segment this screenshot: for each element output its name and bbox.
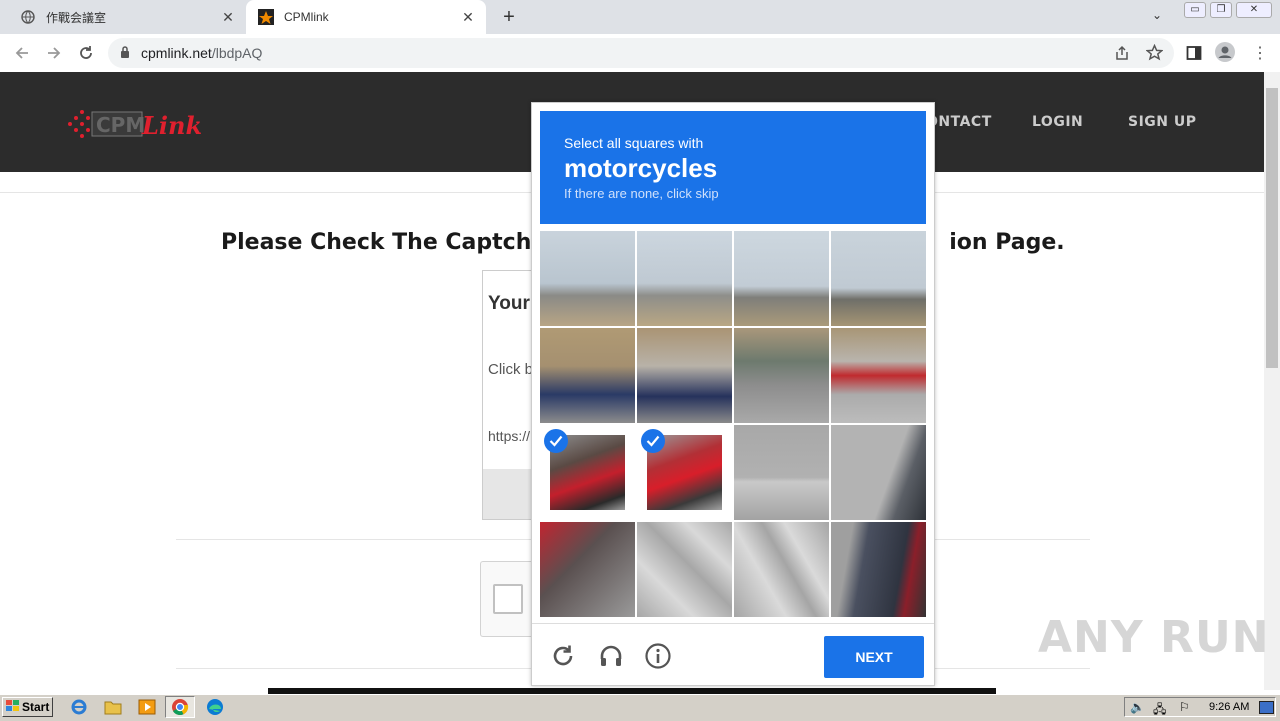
- captcha-checkbox[interactable]: [493, 584, 523, 614]
- tab-active[interactable]: CPMlink ✕: [246, 0, 486, 34]
- watermark: ANY RUN: [1038, 612, 1270, 663]
- url-host: cpmlink.net: [141, 45, 212, 61]
- grid-cell[interactable]: [540, 522, 635, 617]
- network-icon[interactable]: 🖧: [1153, 700, 1166, 721]
- challenge-instruction: Select all squares with: [564, 135, 704, 151]
- volume-icon[interactable]: 🔈: [1130, 700, 1145, 714]
- challenge-hint: If there are none, click skip: [564, 186, 719, 201]
- menu-kebab-icon[interactable]: ⋮: [1252, 43, 1268, 63]
- clock: 9:26 AM: [1209, 701, 1250, 713]
- grid-cell[interactable]: [831, 328, 926, 423]
- bookmark-star-icon[interactable]: [1145, 43, 1164, 66]
- checkmark-icon: [641, 429, 665, 453]
- grid-cell-selected[interactable]: [637, 425, 732, 520]
- profile-avatar-icon[interactable]: [1214, 41, 1236, 68]
- grid-cell[interactable]: [831, 425, 926, 520]
- info-icon[interactable]: [644, 642, 672, 670]
- grid-cell[interactable]: [637, 522, 732, 617]
- grid-cell[interactable]: [540, 328, 635, 423]
- tab-close-icon[interactable]: ✕: [220, 9, 236, 25]
- globe-icon: [20, 9, 36, 25]
- flag-icon[interactable]: ⚐: [1179, 700, 1190, 714]
- reload-challenge-icon[interactable]: [549, 642, 577, 670]
- ie-icon[interactable]: [70, 698, 88, 716]
- sidepanel-icon[interactable]: [1186, 45, 1202, 66]
- folder-icon[interactable]: [104, 698, 122, 716]
- edge-icon[interactable]: [206, 698, 224, 716]
- tab-title: CPMlink: [284, 10, 329, 24]
- nav-contact[interactable]: ONTACT: [926, 114, 992, 130]
- address-bar[interactable]: cpmlink.net/lbdpAQ: [108, 38, 1174, 68]
- url-path: /lbdpAQ: [211, 45, 263, 61]
- grid-cell[interactable]: [734, 231, 829, 326]
- page-heading-right: ion Page.: [949, 230, 1065, 255]
- challenge-footer: NEXT: [532, 623, 934, 686]
- show-desktop-icon[interactable]: [1259, 701, 1274, 714]
- link-box-text: Click b: [488, 361, 534, 378]
- start-label: Start: [22, 700, 50, 714]
- windows-flag-icon: [6, 699, 20, 715]
- nav-login[interactable]: LOGIN: [1032, 114, 1083, 130]
- grid-cell[interactable]: [637, 328, 732, 423]
- close-window-icon[interactable]: ✕: [1236, 2, 1272, 18]
- tab-inactive[interactable]: 作戰会議室 ✕: [8, 0, 246, 34]
- grid-cell[interactable]: [637, 231, 732, 326]
- nav-signup[interactable]: SIGN UP: [1128, 114, 1197, 130]
- grid-cell[interactable]: [734, 522, 829, 617]
- tab-strip: 作戰会議室 ✕ CPMlink ✕ + ⌄ ▭ ❐ ✕: [0, 0, 1280, 34]
- share-icon[interactable]: [1114, 45, 1130, 66]
- grid-cell-selected[interactable]: [540, 425, 635, 520]
- taskbar: Start 🔈 🖧 ⚐ 9:26 AM: [0, 694, 1280, 721]
- image-grid: [540, 231, 926, 617]
- tab-title: 作戰会議室: [46, 10, 107, 25]
- browser-toolbar: cpmlink.net/lbdpAQ ⋮: [0, 34, 1280, 73]
- grid-cell[interactable]: [831, 522, 926, 617]
- cpmlink-logo[interactable]: CPM Link: [66, 102, 206, 142]
- challenge-target: motorcycles: [564, 153, 718, 183]
- scrollbar-thumb[interactable]: [1266, 88, 1278, 368]
- reload-icon[interactable]: [74, 41, 98, 65]
- captcha-challenge: Select all squares with motorcycles If t…: [531, 102, 935, 686]
- grid-cell[interactable]: [831, 231, 926, 326]
- url-text: cpmlink.net/lbdpAQ: [141, 45, 262, 61]
- svg-text:CPM: CPM: [96, 113, 145, 137]
- link-box-title: Your: [488, 293, 530, 314]
- media-player-icon[interactable]: [138, 698, 156, 716]
- checkmark-icon: [544, 429, 568, 453]
- forward-icon[interactable]: [42, 41, 66, 65]
- minimize-icon[interactable]: ▭: [1184, 2, 1206, 18]
- audio-challenge-icon[interactable]: [597, 642, 625, 670]
- new-tab-icon[interactable]: +: [498, 6, 520, 28]
- tab-search-icon[interactable]: ⌄: [1152, 8, 1162, 22]
- back-icon[interactable]: [10, 41, 34, 65]
- grid-cell[interactable]: [734, 425, 829, 520]
- restore-icon[interactable]: ❐: [1210, 2, 1232, 18]
- grid-cell[interactable]: [734, 328, 829, 423]
- svg-text:Link: Link: [141, 111, 202, 140]
- chrome-taskbar-button[interactable]: [165, 696, 195, 718]
- system-tray: 🔈 🖧 ⚐ 9:26 AM: [1124, 697, 1276, 717]
- start-button[interactable]: Start: [2, 697, 53, 717]
- challenge-header: Select all squares with motorcycles If t…: [540, 111, 926, 224]
- grid-cell[interactable]: [540, 231, 635, 326]
- lock-icon: [120, 46, 130, 64]
- cpmlink-favicon-icon: [258, 9, 274, 25]
- tab-close-icon[interactable]: ✕: [460, 9, 476, 25]
- next-button[interactable]: NEXT: [824, 636, 924, 678]
- chrome-icon: [171, 698, 189, 721]
- link-box-url: https://: [488, 428, 531, 444]
- page-heading-left: Please Check The Captcha: [221, 230, 547, 255]
